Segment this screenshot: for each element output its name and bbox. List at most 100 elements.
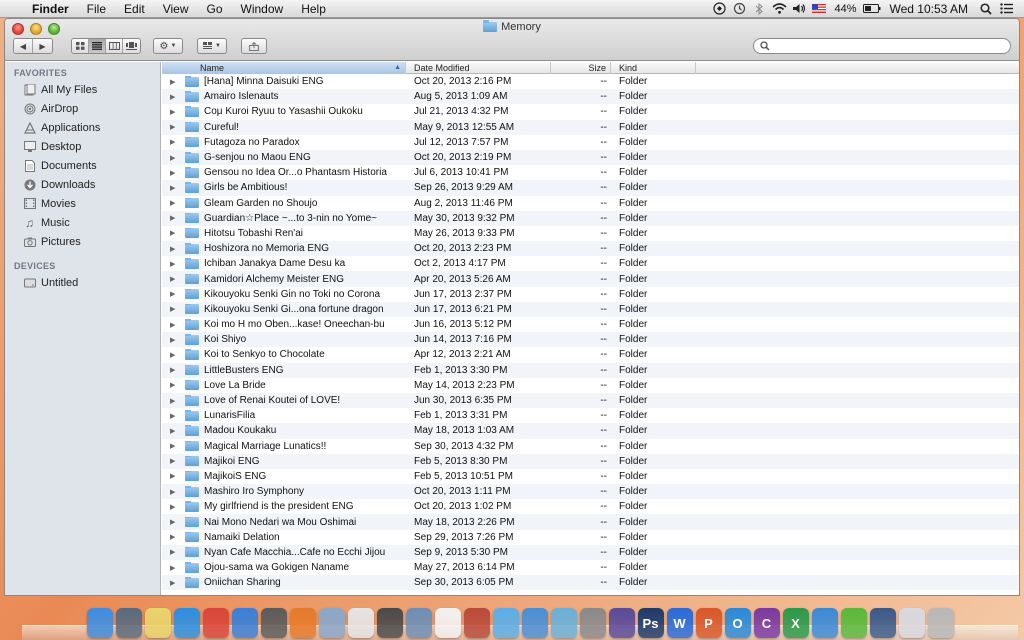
table-row[interactable]: ▶ MajikoiS ENG Feb 5, 2013 10:51 PM -- Folde…	[162, 469, 1019, 484]
messages-icon[interactable]	[492, 608, 519, 638]
table-row[interactable]: ▶ Kikouyoku Senki Gi...ona fortune dragon…	[162, 301, 1019, 317]
lync-icon[interactable]	[811, 608, 838, 638]
word-icon[interactable]: W	[666, 608, 693, 638]
disclosure-triangle-icon[interactable]: ▶	[170, 108, 178, 116]
menu-help[interactable]: Help	[292, 0, 335, 18]
sidebar-item-documents[interactable]: Documents	[5, 156, 160, 175]
disclosure-triangle-icon[interactable]: ▶	[170, 397, 178, 405]
mission-control-icon[interactable]	[115, 608, 142, 638]
disclosure-triangle-icon[interactable]: ▶	[170, 472, 178, 480]
system-preferences-icon[interactable]	[579, 608, 606, 638]
table-row[interactable]: ▶ Namaiki Delation Sep 29, 2013 7:26 PM -- F…	[162, 530, 1019, 545]
notification-center-icon[interactable]	[996, 0, 1016, 18]
iphoto-icon[interactable]	[405, 608, 432, 638]
table-row[interactable]: ▶ Cureful! May 9, 2013 12:55 AM -- Folder	[162, 119, 1019, 135]
chrome-icon[interactable]	[202, 608, 229, 638]
onenote-icon[interactable]: C	[753, 608, 780, 638]
menu-finder[interactable]: Finder	[28, 0, 78, 18]
disclosure-triangle-icon[interactable]: ▶	[170, 564, 178, 572]
disclosure-triangle-icon[interactable]: ▶	[170, 366, 178, 374]
table-row[interactable]: ▶ Mashiro Iro Symphony Oct 20, 2013 1:11 P…	[162, 484, 1019, 500]
trash-icon[interactable]	[927, 608, 954, 638]
app-store-icon[interactable]	[231, 608, 258, 638]
icon-view-button[interactable]	[72, 39, 89, 53]
dropbox-status-icon[interactable]	[709, 0, 729, 18]
disclosure-triangle-icon[interactable]: ▶	[170, 427, 178, 435]
facetime-icon[interactable]	[376, 608, 403, 638]
disclosure-triangle-icon[interactable]: ▶	[170, 93, 178, 101]
disclosure-triangle-icon[interactable]: ▶	[170, 518, 178, 526]
action-menu-button[interactable]: ⚙ ▼	[153, 38, 183, 54]
table-row[interactable]: ▶ Hitotsu Tobashi Ren'ai May 26, 2013 9:33…	[162, 226, 1019, 241]
disclosure-triangle-icon[interactable]: ▶	[170, 579, 178, 587]
table-row[interactable]: ▶ LunarisFilia Feb 1, 2013 3:31 PM -- Folder	[162, 408, 1019, 423]
itunes-icon[interactable]	[521, 608, 548, 638]
disclosure-triangle-icon[interactable]: ▶	[170, 488, 178, 496]
disclosure-triangle-icon[interactable]: ▶	[170, 442, 178, 450]
table-row[interactable]: ▶ Nyan Cafe Macchia...Cafe no Ecchi Jijou…	[162, 544, 1019, 560]
list-view-button[interactable]	[89, 39, 106, 53]
disclosure-triangle-icon[interactable]: ▶	[170, 381, 178, 389]
menu-view[interactable]: View	[154, 0, 198, 18]
photoshop-icon[interactable]: Ps	[637, 608, 664, 638]
notes-icon[interactable]	[144, 608, 171, 638]
cover-flow-view-button[interactable]	[123, 39, 140, 53]
table-row[interactable]: ▶ Oniichan Sharing Sep 30, 2013 6:05 PM -- F…	[162, 575, 1019, 591]
disclosure-triangle-icon[interactable]: ▶	[170, 275, 178, 283]
excel-icon[interactable]: X	[782, 608, 809, 638]
disclosure-triangle-icon[interactable]: ▶	[170, 457, 178, 465]
table-row[interactable]: ▶ Koi Shiyo Jun 14, 2013 7:16 PM -- Folder	[162, 332, 1019, 348]
kind-column-header[interactable]: Kind	[611, 61, 696, 74]
disclosure-triangle-icon[interactable]: ▶	[170, 245, 178, 253]
sidebar-item-applications[interactable]: Applications	[5, 118, 160, 137]
sidebar-item-untitled[interactable]: Untitled	[5, 273, 160, 292]
table-row[interactable]: ▶ Love La Bride May 14, 2013 2:23 PM -- Fold…	[162, 378, 1019, 393]
disclosure-triangle-icon[interactable]: ▶	[170, 290, 178, 298]
sidebar-item-desktop[interactable]: Desktop	[5, 137, 160, 156]
disclosure-triangle-icon[interactable]: ▶	[170, 169, 178, 177]
calendar-icon[interactable]	[434, 608, 461, 638]
table-row[interactable]: ▶ LittleBusters ENG Feb 1, 2013 3:30 PM -- F…	[162, 362, 1019, 378]
volume-icon[interactable]	[789, 0, 809, 18]
date-column-header[interactable]: Date Modified	[406, 61, 551, 74]
remote-desktop-icon[interactable]	[869, 608, 896, 638]
disclosure-triangle-icon[interactable]: ▶	[170, 412, 178, 420]
firefox-icon[interactable]	[289, 608, 316, 638]
sidebar-item-airdrop[interactable]: AirDrop	[5, 99, 160, 118]
table-row[interactable]: ▶ G-senjou no Maou ENG Oct 20, 2013 2:19 P…	[162, 149, 1019, 166]
menu-window[interactable]: Window	[232, 0, 293, 18]
disclosure-triangle-icon[interactable]: ▶	[170, 503, 178, 511]
sidebar-item-movies[interactable]: Movies	[5, 194, 160, 213]
photo-icon[interactable]	[463, 608, 490, 638]
disclosure-triangle-icon[interactable]: ▶	[170, 260, 178, 268]
wifi-icon[interactable]	[769, 0, 789, 18]
table-row[interactable]: ▶ Ichiban Janakya Dame Desu ka Oct 2, 2013…	[162, 256, 1019, 271]
battery-icon[interactable]	[862, 0, 882, 18]
table-row[interactable]: ▶ Love of Renai Koutei of LOVE! Jun 30, 20…	[162, 392, 1019, 409]
table-row[interactable]: ▶ Amairo Islenauts Aug 5, 2013 1:09 AM -- Fo…	[162, 89, 1019, 105]
disclosure-triangle-icon[interactable]: ▶	[170, 154, 178, 162]
sidebar-item-music[interactable]: ♫ Music	[5, 213, 160, 232]
table-row[interactable]: ▶ [Hana] Minna Daisuki ENG Oct 20, 2013 2:…	[162, 74, 1019, 89]
disclosure-triangle-icon[interactable]: ▶	[170, 138, 178, 146]
search-field[interactable]	[753, 38, 1011, 54]
search-input[interactable]	[774, 40, 1010, 52]
documents-folder-icon[interactable]	[898, 608, 925, 638]
bluetooth-icon[interactable]	[749, 0, 769, 18]
disclosure-triangle-icon[interactable]: ▶	[170, 336, 178, 344]
menubar-clock[interactable]: Wed 10:53 AM	[882, 0, 977, 18]
table-row[interactable]: ▶ Majikoi ENG Feb 5, 2013 8:30 PM -- Folder	[162, 453, 1019, 469]
table-row[interactable]: ▶ My girlfriend is the president ENG Oct 2…	[162, 499, 1019, 514]
table-row[interactable]: ▶ Futagoza no Paradox Jul 12, 2013 7:57 PM…	[162, 135, 1019, 150]
share-button[interactable]	[241, 38, 267, 54]
forward-button[interactable]: ▶	[33, 39, 52, 53]
safari-icon[interactable]	[173, 608, 200, 638]
table-row[interactable]: ▶ Madou Koukaku May 18, 2013 1:03 AM -- Fold…	[162, 423, 1019, 439]
table-row[interactable]: ▶ Kikouyoku Senki Gin no Toki no Corona Ju…	[162, 287, 1019, 302]
table-row[interactable]: ▶ Hoshizora no Memoria ENG Oct 20, 2013 2:…	[162, 241, 1019, 257]
menu-go[interactable]: Go	[198, 0, 232, 18]
column-view-button[interactable]	[106, 39, 123, 53]
game-center-icon[interactable]	[550, 608, 577, 638]
spotlight-icon[interactable]	[976, 0, 996, 18]
table-row[interactable]: ▶ Girls be Ambitious! Sep 26, 2013 9:29 AM…	[162, 180, 1019, 196]
